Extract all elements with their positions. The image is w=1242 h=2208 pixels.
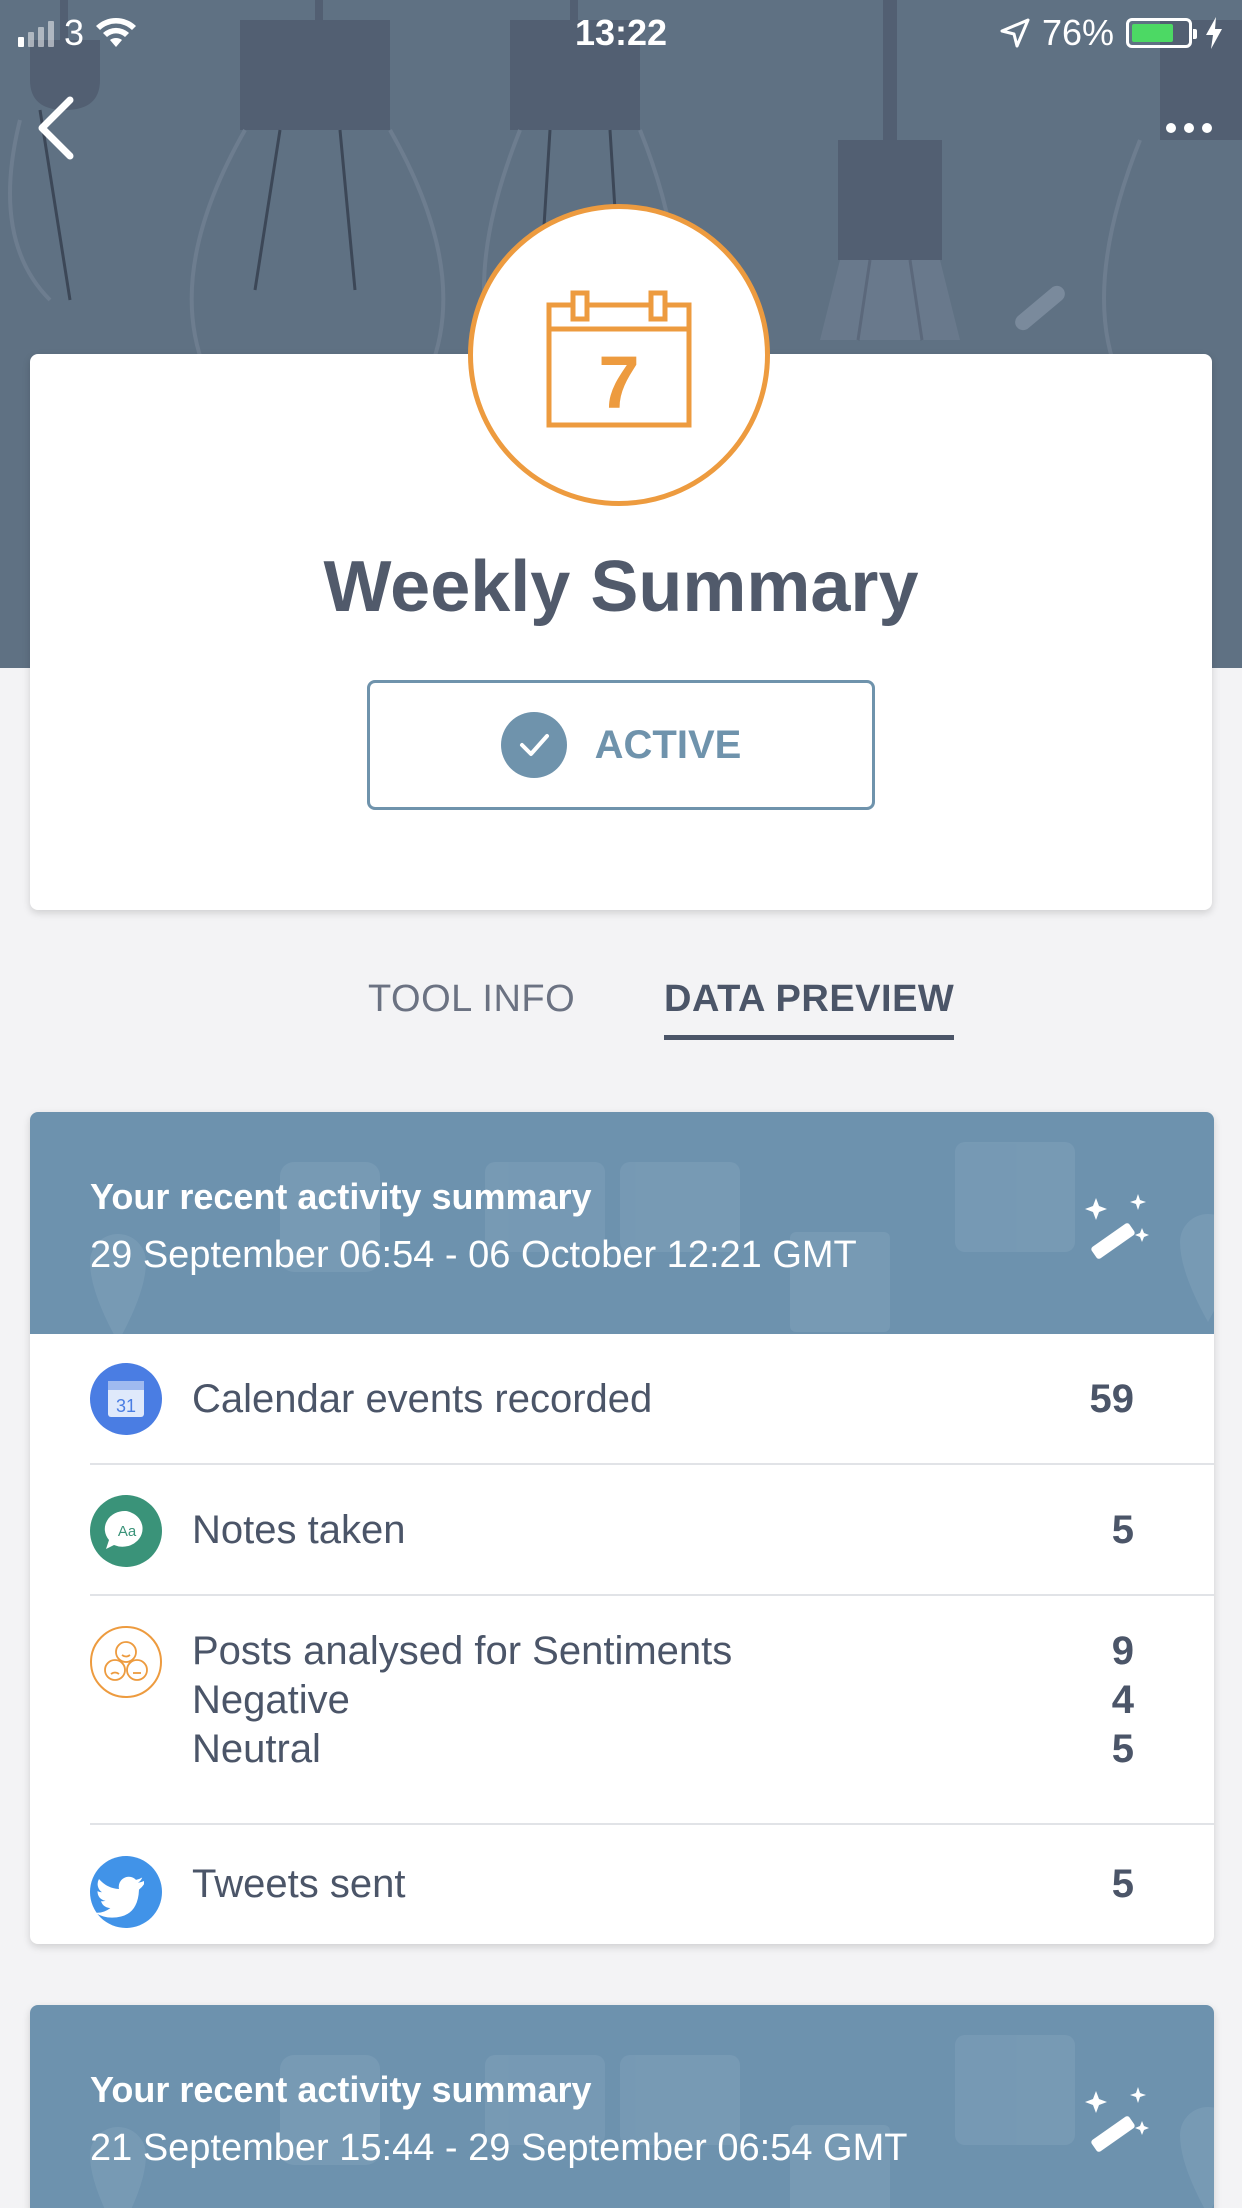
row-label: Tweets sent bbox=[192, 1862, 406, 1906]
more-dots-icon bbox=[1166, 123, 1176, 133]
row-value: 59 bbox=[1089, 1377, 1135, 1421]
summary-header: Your recent activity summary 29 Septembe… bbox=[30, 1112, 1214, 1334]
activity-summary-card: Your recent activity summary 29 Septembe… bbox=[30, 1112, 1214, 1944]
summary-date-range: 21 September 15:44 - 29 September 06:54 … bbox=[90, 2127, 908, 2169]
battery-percent: 76% bbox=[1041, 12, 1114, 53]
tab-bar: TOOL INFO DATA PREVIEW bbox=[0, 970, 1242, 1040]
chevron-left-icon bbox=[38, 96, 74, 160]
summary-background-pattern bbox=[90, 1142, 1214, 1334]
tab-tool-info[interactable]: TOOL INFO bbox=[368, 978, 575, 1021]
calendar-number: 7 bbox=[598, 341, 639, 424]
twitter-icon bbox=[90, 1856, 162, 1928]
summary-header: Your recent activity summary 21 Septembe… bbox=[30, 2005, 1214, 2208]
more-options-button[interactable] bbox=[1122, 108, 1212, 148]
summary-title: Your recent activity summary bbox=[90, 1176, 592, 1217]
charging-bolt-icon bbox=[1206, 17, 1222, 49]
sub-label-neutral: Neutral bbox=[192, 1727, 321, 1771]
sentiment-icon bbox=[90, 1626, 162, 1698]
notes-icon: Aa bbox=[90, 1495, 162, 1567]
row-label: Posts analysed for Sentiments bbox=[192, 1629, 733, 1673]
list-item-calendar: 31 Calendar events recorded 59 bbox=[30, 1334, 1214, 1465]
tool-title: Weekly Summary bbox=[323, 547, 919, 627]
calendar-icon: 31 bbox=[90, 1363, 162, 1435]
tab-data-preview[interactable]: DATA PREVIEW bbox=[664, 978, 955, 1040]
activity-summary-card: Your recent activity summary 21 Septembe… bbox=[30, 2005, 1214, 2208]
sub-value-neutral: 5 bbox=[1111, 1727, 1134, 1771]
list-item-notes: Aa Notes taken 5 bbox=[30, 1465, 1214, 1596]
row-value: 5 bbox=[1111, 1862, 1134, 1906]
svg-text:Aa: Aa bbox=[118, 1523, 137, 1540]
list-item-sentiments: Posts analysed for Sentiments 9 Negative… bbox=[30, 1596, 1214, 1825]
svg-text:31: 31 bbox=[116, 1396, 136, 1416]
calendar-week-icon: 7 bbox=[546, 290, 692, 428]
magic-wand-icon bbox=[1085, 2087, 1149, 2152]
summary-title: Your recent activity summary bbox=[90, 2069, 592, 2110]
list-item-tweets: Tweets sent 5 bbox=[30, 1825, 1214, 1944]
summary-date-range: 29 September 06:54 - 06 October 12:21 GM… bbox=[90, 1234, 857, 1276]
magic-wand-icon bbox=[1085, 1194, 1149, 1259]
row-label: Notes taken bbox=[192, 1508, 406, 1552]
tool-badge: 7 bbox=[468, 204, 770, 506]
row-value: 9 bbox=[1111, 1629, 1134, 1673]
status-label: ACTIVE bbox=[594, 722, 742, 767]
row-label: Calendar events recorded bbox=[192, 1377, 653, 1421]
sub-label-negative: Negative bbox=[192, 1678, 350, 1722]
status-bar: 3 13:22 76% bbox=[0, 0, 1242, 62]
location-arrow-icon bbox=[1000, 18, 1030, 48]
sub-value-negative: 4 bbox=[1111, 1678, 1134, 1722]
battery-icon bbox=[1126, 18, 1197, 48]
row-value: 5 bbox=[1111, 1508, 1134, 1552]
active-status-button[interactable]: ACTIVE bbox=[367, 680, 875, 810]
checkmark-icon bbox=[500, 712, 567, 778]
back-button[interactable] bbox=[30, 92, 86, 164]
